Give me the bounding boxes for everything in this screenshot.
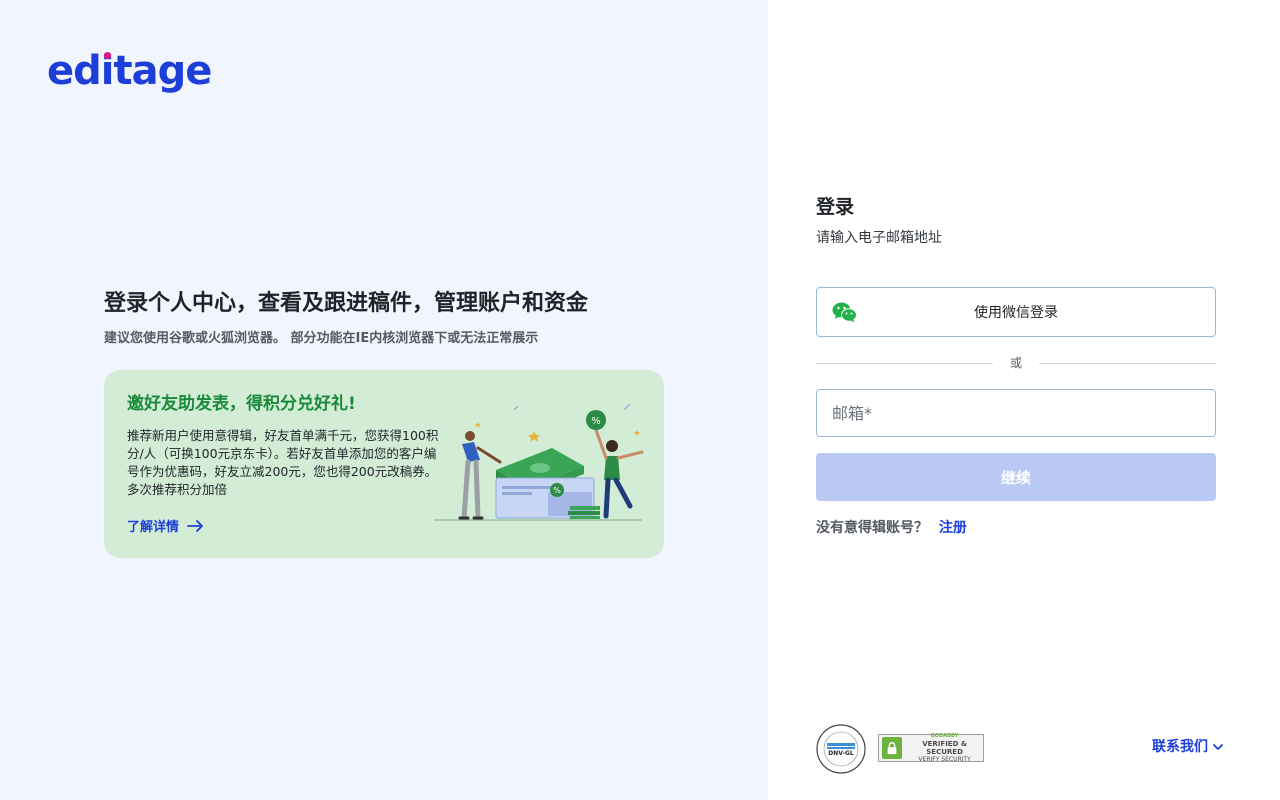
- signup-link[interactable]: 注册: [939, 520, 967, 536]
- learn-more-link[interactable]: 了解详情: [127, 516, 205, 535]
- promo-card: 邀好友助发表，得积分兑好礼! 推荐新用户使用意得辑，好友首单满千元，您获得100…: [104, 370, 664, 558]
- wechat-login-label: 使用微信登录: [974, 305, 1058, 321]
- wechat-icon: [832, 302, 857, 323]
- hero-subtitle: 建议您使用谷歌或火狐浏览器。 部分功能在IE内核浏览器下或无法正常展示: [104, 331, 539, 346]
- godaddy-text: GODADDY VERIFIED & SECURED VERIFY SECURI…: [906, 732, 983, 764]
- promo-body: 推荐新用户使用意得辑，好友首单满千元，您获得100积分/人（可换100元京东卡）…: [127, 428, 439, 497]
- signup-row: 没有意得辑账号？ 注册: [816, 518, 967, 538]
- lock-icon: [882, 737, 903, 759]
- arrow-right-icon: [187, 519, 203, 532]
- logo-i: i: [100, 48, 115, 94]
- contact-us-label: 联系我们: [1152, 739, 1208, 755]
- godaddy-verified-badge[interactable]: GODADDY VERIFIED & SECURED VERIFY SECURI…: [878, 732, 984, 764]
- chevron-down-icon: [1213, 744, 1223, 750]
- divider-line-right: [1039, 363, 1216, 364]
- logo-text-after: tage: [113, 48, 212, 94]
- editage-logo[interactable]: edi tage: [47, 46, 212, 96]
- godaddy-mid: VERIFIED & SECURED: [922, 740, 967, 756]
- svg-text:%: %: [591, 416, 601, 427]
- signup-question: 没有意得辑账号？: [816, 520, 928, 536]
- email-input[interactable]: [816, 389, 1216, 437]
- contact-us-dropdown[interactable]: 联系我们: [1152, 737, 1224, 757]
- dnv-gl-text: DNV-GL: [828, 750, 854, 757]
- right-panel: 登录 请输入电子邮箱地址 使用微信登录 或 继续 没有意得辑账号？ 注册: [768, 0, 1280, 800]
- or-divider: 或: [816, 352, 1216, 374]
- logo-text-before: ed: [47, 48, 102, 94]
- godaddy-top: GODADDY: [930, 733, 959, 739]
- svg-text:%: %: [553, 486, 561, 495]
- godaddy-bot: VERIFY SECURITY: [918, 756, 971, 763]
- login-title: 登录: [816, 196, 855, 218]
- left-panel: edi tage 登录个人中心，查看及跟进稿件，管理账户和资金 建议您使用谷歌或火…: [0, 0, 768, 800]
- promo-title: 邀好友助发表，得积分兑好礼!: [127, 394, 356, 414]
- wechat-login-button[interactable]: 使用微信登录: [816, 287, 1216, 337]
- hero-title: 登录个人中心，查看及跟进稿件，管理账户和资金: [104, 291, 589, 316]
- login-subtitle: 请输入电子邮箱地址: [816, 230, 942, 246]
- dnv-gl-certification-badge[interactable]: DNV-GL: [816, 724, 866, 774]
- continue-button[interactable]: 继续: [816, 453, 1216, 501]
- referral-illustration: % %: [434, 403, 644, 521]
- learn-more-label: 了解详情: [127, 520, 180, 535]
